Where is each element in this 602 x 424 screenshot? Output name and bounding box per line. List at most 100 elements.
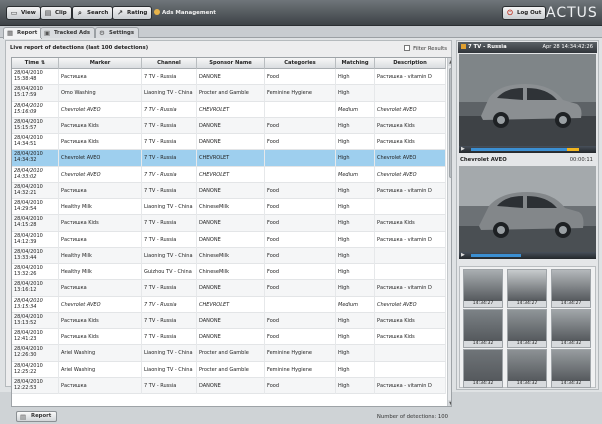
tab-tracked-ads[interactable]: ▣ Tracked Ads: [40, 27, 96, 38]
filter-results-toggle[interactable]: Filter Results: [404, 45, 447, 52]
thumbnail[interactable]: 14:34:27: [463, 269, 503, 308]
table-row[interactable]: 28/04/2010 15:38:48 Растишка 7 TV - Russia…: [12, 69, 446, 86]
cell-time: 28/04/2010 15:38:48: [12, 69, 59, 85]
thumbnail[interactable]: 14:34:32: [551, 349, 591, 388]
cell-sponsor: ChineseMilk: [197, 199, 265, 215]
cell-matching: High: [336, 361, 375, 378]
cell-description: Растишка - vitamin D: [375, 280, 446, 297]
cell-category: [265, 166, 336, 183]
scroll-up-icon[interactable]: ▲: [448, 58, 451, 66]
tab-tracked-ads-label: Tracked Ads: [54, 30, 91, 36]
table-row[interactable]: 28/04/2010 15:15:57 Растишка Kids 7 TV - R…: [12, 117, 446, 134]
search-button[interactable]: ⌕ Search: [72, 6, 114, 20]
scroll-down-icon[interactable]: ▼: [448, 400, 451, 406]
cell-marker: Chevrolet AVEO: [59, 296, 142, 313]
cell-channel: 7 TV - Russia: [142, 69, 197, 85]
thumbnail-time: 14:34:32: [464, 341, 502, 347]
thumbnail[interactable]: 14:34:32: [551, 309, 591, 348]
table-row[interactable]: 28/04/2010 12:25:22 Ariel Washing Liaoning…: [12, 361, 446, 378]
cell-time: 28/04/2010 13:15:34: [12, 296, 59, 313]
table-row[interactable]: 28/04/2010 14:15:28 Растишка Kids 7 TV - R…: [12, 215, 446, 232]
vertical-scrollbar[interactable]: ▲ ▼: [447, 58, 451, 406]
col-description[interactable]: Description: [375, 58, 446, 69]
match-play-icon[interactable]: ▶: [461, 252, 465, 259]
table-row[interactable]: 28/04/2010 15:17:59 Omo Washing Liaoning T…: [12, 85, 446, 102]
thumbnail[interactable]: 14:34:32: [463, 349, 503, 388]
table-row[interactable]: 28/04/2010 14:29:54 Healthy Milk Liaoning …: [12, 199, 446, 216]
cell-sponsor: CHEVROLET: [197, 296, 265, 313]
cell-description: Растишка Kids: [375, 329, 446, 345]
cell-description: Растишка Kids: [375, 312, 446, 329]
col-channel[interactable]: Channel: [142, 58, 197, 69]
logout-button[interactable]: ⏻ Log Out: [502, 6, 547, 20]
table-row[interactable]: 28/04/2010 14:34:51 Растишка Kids 7 TV - R…: [12, 134, 446, 151]
ads-management-link[interactable]: Ads Management: [154, 9, 216, 16]
tracked-ads-icon: ▣: [44, 29, 51, 37]
cell-description: Chevrolet AVEO: [375, 101, 446, 118]
cell-description: [375, 361, 446, 378]
report-button[interactable]: ▤ Report: [16, 411, 58, 422]
cell-category: Feminine Hygiene: [265, 345, 336, 362]
logo: ACTUS: [546, 5, 598, 21]
cell-marker: Растишка: [59, 182, 142, 199]
cell-sponsor: CHEVROLET: [197, 166, 265, 183]
col-matching[interactable]: Matching: [336, 58, 375, 69]
scroll-thumb[interactable]: [449, 68, 451, 178]
match-player-controls[interactable]: ▶: [459, 252, 596, 259]
table-row[interactable]: 28/04/2010 13:33:44 Healthy Milk Liaoning …: [12, 247, 446, 264]
table-row[interactable]: 28/04/2010 14:12:39 Растишка 7 TV - Russia…: [12, 231, 446, 248]
cell-category: Feminine Hygiene: [265, 85, 336, 102]
col-time[interactable]: Time ⇅: [12, 58, 59, 69]
cell-channel: 7 TV - Russia: [142, 101, 197, 118]
thumbnail-image: [552, 310, 590, 341]
thumbnail[interactable]: 14:34:32: [463, 309, 503, 348]
col-categories[interactable]: Categories: [265, 58, 336, 69]
table-row[interactable]: 28/04/2010 13:32:26 Healthy Milk Guizhou T…: [12, 264, 446, 281]
match-time: 00:00:11: [569, 157, 593, 163]
cell-matching: High: [336, 85, 375, 102]
cell-sponsor: Procter and Gamble: [197, 361, 265, 378]
thumbnail[interactable]: 14:34:27: [507, 269, 547, 308]
col-sponsor[interactable]: Sponsor Name: [197, 58, 265, 69]
tab-settings[interactable]: ⚙ Settings: [95, 27, 140, 38]
thumbnail[interactable]: 14:34:27: [551, 269, 591, 308]
thumbnail[interactable]: 14:34:32: [507, 349, 547, 388]
table-row[interactable]: 28/04/2010 14:33:02 Chevrolet AVEO 7 TV - …: [12, 166, 446, 183]
cell-marker: Healthy Milk: [59, 264, 142, 280]
match-video[interactable]: [459, 166, 596, 252]
view-button[interactable]: ▭ View: [6, 6, 41, 20]
gear-icon: ⚙: [99, 29, 105, 37]
cell-category: Food: [265, 134, 336, 150]
cell-channel: 7 TV - Russia: [142, 166, 197, 183]
table-row[interactable]: 28/04/2010 15:16:09 Chevrolet AVEO 7 TV - …: [12, 101, 446, 118]
live-player-controls[interactable]: ▶: [459, 146, 596, 153]
live-video[interactable]: [459, 54, 596, 146]
detections-count: Number of detections: 100: [376, 414, 448, 420]
rating-button[interactable]: ↗ Rating: [112, 6, 153, 20]
tab-report-label: Report: [17, 30, 38, 36]
film-icon: ▤: [44, 9, 52, 17]
cell-description: Chevrolet AVEO: [375, 150, 446, 167]
table-row[interactable]: 28/04/2010 12:41:23 Растишка Kids 7 TV - R…: [12, 329, 446, 346]
tv-icon: [461, 43, 466, 49]
table-row[interactable]: 28/04/2010 14:34:32 Chevrolet AVEO 7 TV - …: [12, 150, 446, 167]
thumbnail[interactable]: 14:34:32: [507, 309, 547, 348]
table-row[interactable]: 28/04/2010 13:15:34 Chevrolet AVEO 7 TV - …: [12, 296, 446, 313]
cell-time: 28/04/2010 12:22:53: [12, 377, 59, 394]
thumbnail-strip: 14:34:27 14:34:27 14:34:27 14:34:32 14:34:32…: [459, 266, 596, 388]
table-row[interactable]: 28/04/2010 13:16:12 Растишка 7 TV - Russia…: [12, 280, 446, 297]
clip-button[interactable]: ▤ Clip: [40, 6, 72, 20]
cell-marker: Растишка Kids: [59, 215, 142, 232]
play-icon[interactable]: ▶: [461, 146, 465, 153]
cell-category: Food: [265, 312, 336, 329]
cell-channel: Guizhou TV - China: [142, 264, 197, 280]
live-progress-bar[interactable]: [471, 148, 567, 151]
table-row[interactable]: 28/04/2010 13:13:52 Растишка Kids 7 TV - R…: [12, 312, 446, 329]
match-progress-bar[interactable]: [471, 254, 521, 257]
tab-report[interactable]: ▦ Report: [3, 27, 43, 39]
col-marker[interactable]: Marker: [59, 58, 142, 69]
filter-checkbox[interactable]: [404, 45, 411, 51]
table-row[interactable]: 28/04/2010 12:26:30 Ariel Washing Liaoning…: [12, 345, 446, 362]
table-row[interactable]: 28/04/2010 14:32:21 Растишка 7 TV - Russia…: [12, 182, 446, 199]
cell-description: Растишка Kids: [375, 134, 446, 150]
